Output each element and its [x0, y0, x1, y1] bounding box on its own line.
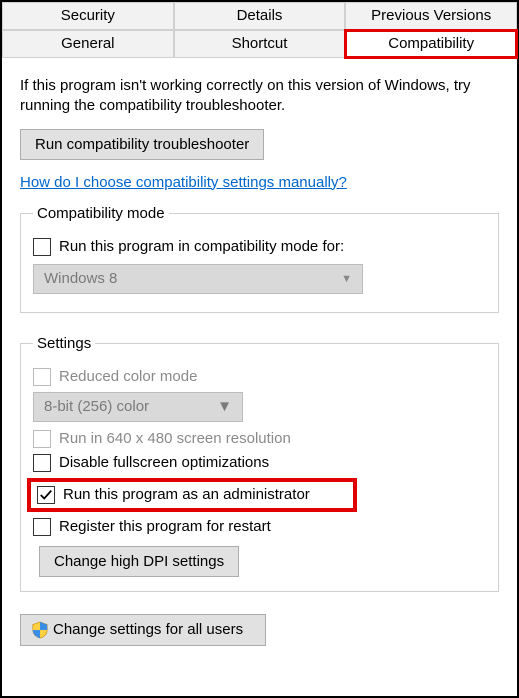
- run-as-admin-label: Run this program as an administrator: [63, 486, 310, 503]
- shield-icon: [31, 621, 49, 639]
- register-restart-checkbox[interactable]: [33, 518, 51, 536]
- tab-previous-versions[interactable]: Previous Versions: [345, 2, 517, 30]
- tab-security[interactable]: Security: [2, 2, 174, 30]
- tab-compatibility[interactable]: Compatibility: [345, 30, 517, 58]
- compat-mode-label: Run this program in compatibility mode f…: [59, 238, 344, 255]
- tab-shortcut[interactable]: Shortcut: [174, 30, 346, 58]
- tab-details[interactable]: Details: [174, 2, 346, 30]
- chevron-down-icon: ▼: [341, 273, 352, 285]
- run-640x480-checkbox: [33, 430, 51, 448]
- compat-mode-checkbox[interactable]: [33, 238, 51, 256]
- run-as-admin-highlight: Run this program as an administrator: [27, 478, 357, 512]
- help-link[interactable]: How do I choose compatibility settings m…: [20, 174, 347, 191]
- run-troubleshooter-button[interactable]: Run compatibility troubleshooter: [20, 129, 264, 160]
- compat-mode-select-value: Windows 8: [44, 270, 117, 287]
- intro-text: If this program isn't working correctly …: [20, 76, 499, 117]
- change-all-users-label: Change settings for all users: [53, 621, 243, 638]
- compatibility-mode-group: Compatibility mode Run this program in c…: [20, 205, 499, 313]
- register-restart-label: Register this program for restart: [59, 518, 271, 535]
- reduced-color-label: Reduced color mode: [59, 368, 197, 385]
- tab-general[interactable]: General: [2, 30, 174, 58]
- disable-fullscreen-label: Disable fullscreen optimizations: [59, 454, 269, 471]
- settings-legend: Settings: [33, 335, 95, 352]
- change-dpi-button[interactable]: Change high DPI settings: [39, 546, 239, 577]
- chevron-down-icon: ▼: [217, 398, 232, 415]
- compatibility-mode-legend: Compatibility mode: [33, 205, 169, 222]
- change-all-users-button[interactable]: Change settings for all users: [20, 614, 266, 646]
- color-depth-select: 8-bit (256) color ▼: [33, 392, 243, 422]
- color-depth-value: 8-bit (256) color: [44, 398, 149, 415]
- compat-mode-select: Windows 8 ▼: [33, 264, 363, 294]
- settings-group: Settings Reduced color mode 8-bit (256) …: [20, 335, 499, 592]
- disable-fullscreen-checkbox[interactable]: [33, 454, 51, 472]
- run-as-admin-checkbox[interactable]: [37, 486, 55, 504]
- reduced-color-checkbox: [33, 368, 51, 386]
- run-640x480-label: Run in 640 x 480 screen resolution: [59, 430, 291, 447]
